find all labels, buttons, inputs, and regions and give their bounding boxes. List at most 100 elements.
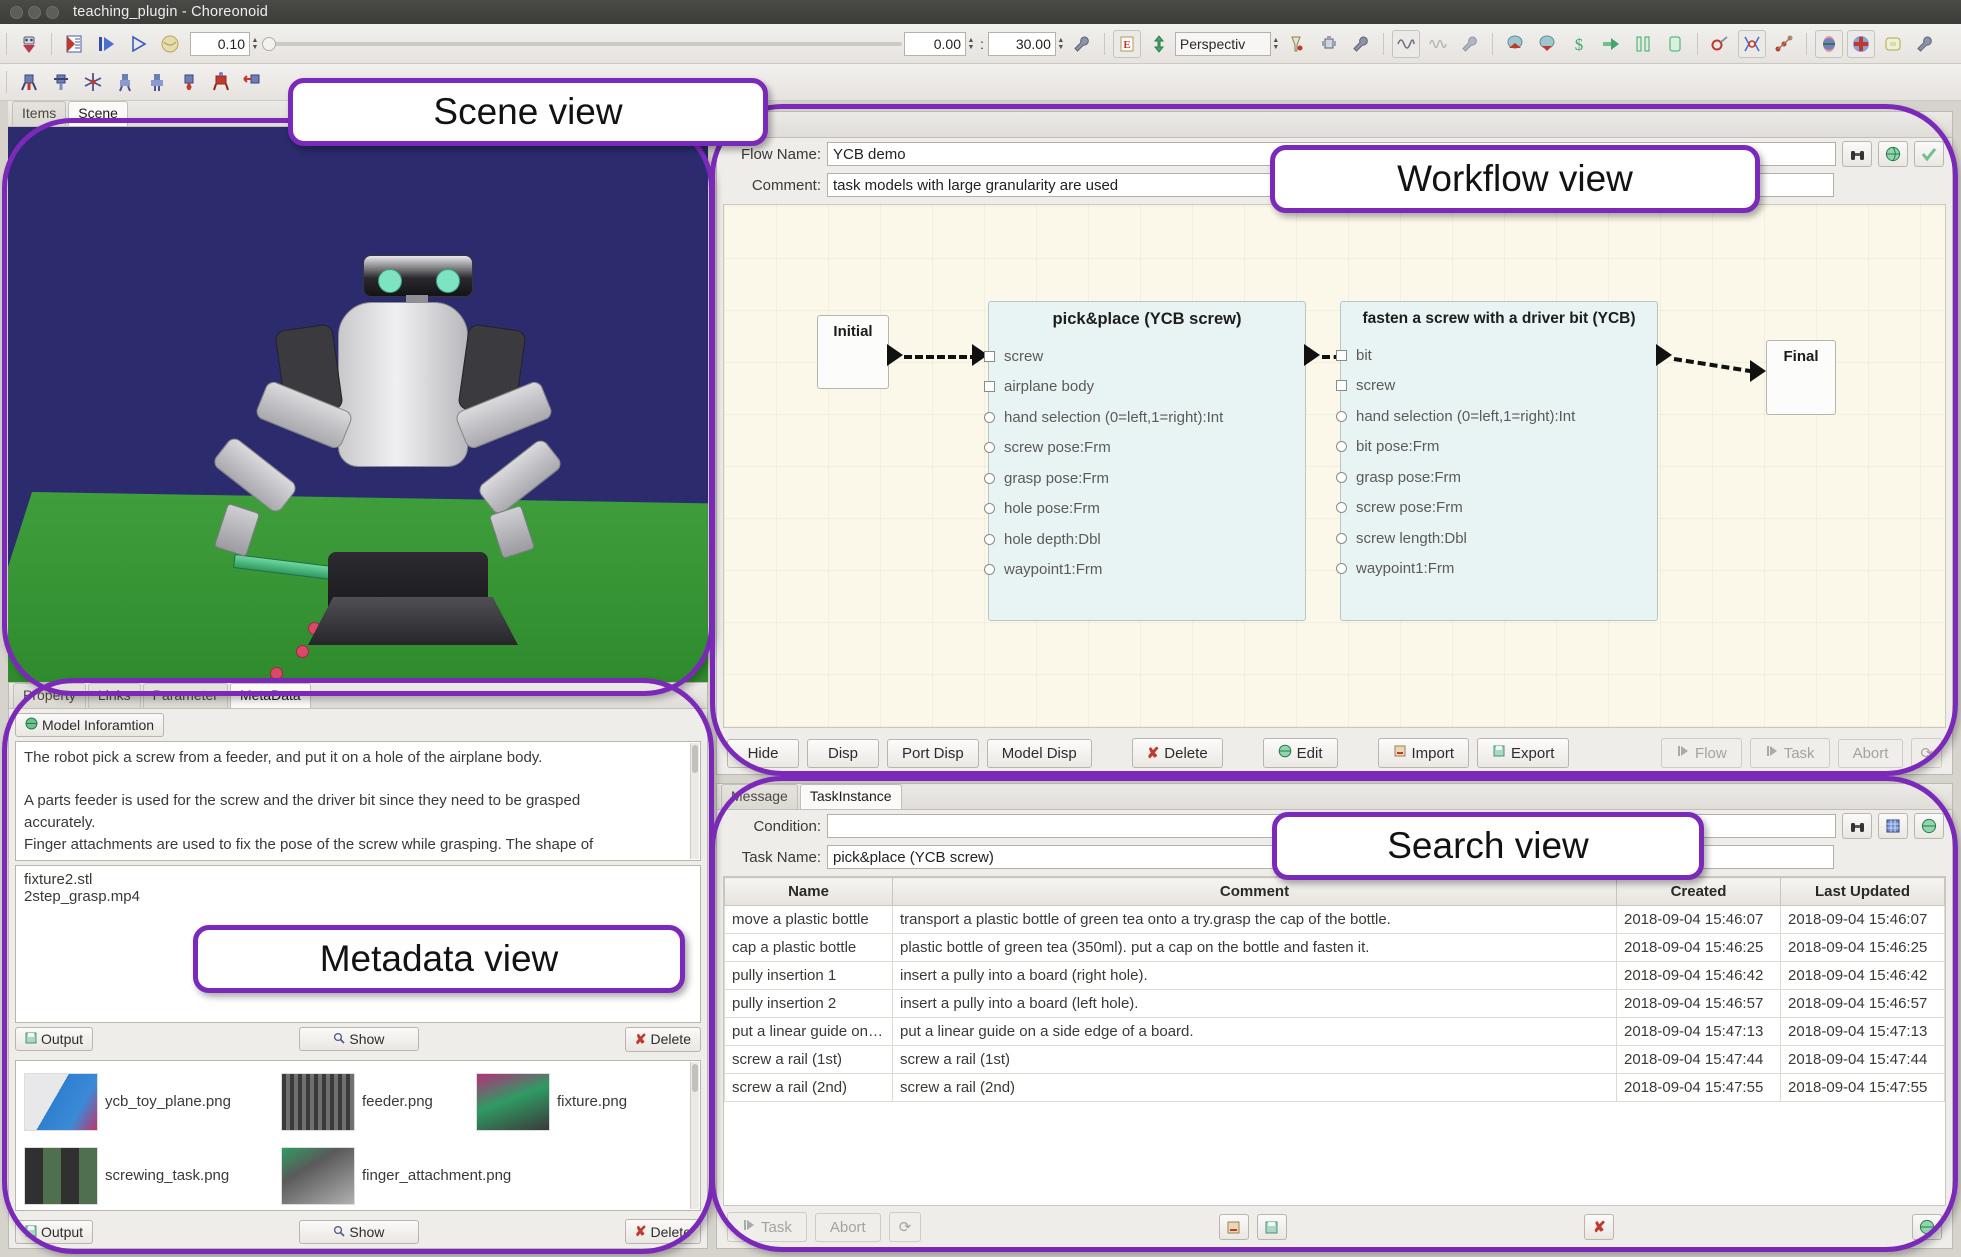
list-item[interactable]: finger_attachment.png bbox=[281, 1146, 511, 1205]
column-header-updated[interactable]: Last Updated bbox=[1780, 877, 1945, 906]
import-button[interactable] bbox=[1218, 1214, 1249, 1240]
wave2-icon[interactable] bbox=[1424, 30, 1452, 58]
robot-blue-icon[interactable] bbox=[15, 68, 43, 96]
metadata-description[interactable]: The robot pick a screw from a feeder, an… bbox=[15, 740, 701, 861]
speed-spinbox[interactable]: 0.10 bbox=[190, 31, 250, 56]
table-row[interactable]: cap a plastic bottle plastic bottle of g… bbox=[724, 933, 1945, 962]
script-play-icon[interactable] bbox=[60, 30, 88, 58]
list-item[interactable]: fixture.png bbox=[476, 1072, 627, 1131]
green-arrows-icon[interactable] bbox=[1145, 30, 1173, 58]
description-scrollbar[interactable] bbox=[690, 742, 699, 859]
time-start-spinbox[interactable]: 0.00 bbox=[904, 31, 966, 56]
abort-button[interactable]: Abort bbox=[814, 1212, 881, 1242]
column-header-name[interactable]: Name bbox=[724, 877, 893, 906]
wave-icon[interactable] bbox=[1391, 29, 1420, 58]
time-end-stepper[interactable]: ▲ ▼ bbox=[1056, 32, 1066, 56]
projection-arrows[interactable]: ▲ ▼ bbox=[1271, 32, 1281, 56]
delete-icon-button[interactable]: ✘ bbox=[1584, 1214, 1615, 1240]
port-row[interactable]: bit bbox=[1336, 340, 1657, 371]
port-row[interactable]: hole depth:Dbl bbox=[984, 524, 1305, 555]
model-disp-button[interactable]: Model Disp bbox=[986, 738, 1092, 768]
globe-green-button[interactable] bbox=[1912, 1214, 1943, 1240]
table-row[interactable]: screw a rail (1st) screw a rail (1st) 20… bbox=[724, 1045, 1945, 1074]
ball-icon[interactable] bbox=[156, 30, 184, 58]
thumbnail-grid[interactable]: ycb_toy_plane.png feeder.png fixture.png… bbox=[15, 1059, 701, 1211]
robot-red-icon[interactable] bbox=[207, 68, 235, 96]
check-green-icon[interactable] bbox=[1914, 141, 1944, 167]
home-red2-icon[interactable] bbox=[1533, 30, 1561, 58]
table-row[interactable]: move a plastic bottle transport a plasti… bbox=[724, 905, 1945, 934]
workflow-node-initial[interactable]: Initial bbox=[817, 315, 889, 389]
tab-metadata[interactable]: MetaData bbox=[229, 683, 311, 708]
port-row[interactable]: grasp pose:Frm bbox=[984, 463, 1305, 494]
tab-message[interactable]: Message bbox=[721, 784, 798, 809]
port-disp-button[interactable]: Port Disp bbox=[887, 738, 979, 768]
list-item[interactable]: fixture2.stl bbox=[24, 871, 692, 888]
workflow-node-pickplace[interactable]: pick&place (YCB screw) screw airplane bo… bbox=[984, 301, 1306, 621]
binoculars-icon[interactable] bbox=[1842, 813, 1872, 839]
chain-icon[interactable] bbox=[1770, 30, 1798, 58]
table-row[interactable]: put a linear guide on … put a linear gui… bbox=[724, 1017, 1945, 1046]
robot-arrow-icon[interactable] bbox=[239, 68, 267, 96]
export-button[interactable] bbox=[1256, 1214, 1287, 1240]
list-item[interactable]: 2step_grasp.mp4 bbox=[24, 888, 692, 905]
edit-button[interactable]: Edit bbox=[1262, 738, 1338, 768]
tab-property[interactable]: Property bbox=[13, 683, 86, 708]
projection-combo[interactable]: Perspectiv bbox=[1174, 31, 1271, 56]
wrench3-icon[interactable] bbox=[1456, 30, 1484, 58]
robot-body-icon[interactable] bbox=[111, 68, 139, 96]
wrench2-icon[interactable] bbox=[1347, 30, 1375, 58]
port-row[interactable]: screw bbox=[1336, 371, 1657, 402]
show-button[interactable]: Show bbox=[298, 1027, 419, 1052]
disp-button[interactable]: Disp bbox=[807, 738, 879, 768]
robot-body2-icon[interactable] bbox=[143, 68, 171, 96]
workflow-node-fasten[interactable]: fasten a screw with a driver bit (YCB) b… bbox=[1336, 301, 1658, 621]
refresh-button[interactable]: ⟳ bbox=[1911, 738, 1942, 768]
wrench-icon[interactable] bbox=[1068, 30, 1096, 58]
measure-icon[interactable] bbox=[1283, 30, 1311, 58]
time-end-spinbox[interactable]: 30.00 bbox=[987, 31, 1056, 56]
port-row[interactable]: hand selection (0=left,1=right):Int bbox=[984, 402, 1305, 433]
export-button[interactable]: Export bbox=[1477, 738, 1570, 768]
editor-icon[interactable]: E bbox=[1112, 29, 1141, 58]
gear-red-icon[interactable] bbox=[1706, 30, 1734, 58]
flow-button[interactable]: Flow bbox=[1661, 738, 1742, 768]
column-header-created[interactable]: Created bbox=[1616, 877, 1781, 906]
time-slider-knob[interactable] bbox=[262, 36, 276, 51]
list-item[interactable]: screwing_task.png bbox=[24, 1146, 229, 1205]
close-button[interactable] bbox=[10, 5, 23, 19]
window-controls[interactable] bbox=[10, 5, 59, 19]
step-forward-icon[interactable] bbox=[92, 30, 120, 58]
port-row[interactable]: screw pose:Frm bbox=[1336, 493, 1657, 524]
table-row[interactable]: pully insertion 2 insert a pully into a … bbox=[724, 989, 1945, 1018]
robot-blue2-icon[interactable] bbox=[47, 68, 75, 96]
hide-button[interactable]: Hide bbox=[727, 738, 799, 768]
show-button-2[interactable]: Show bbox=[298, 1219, 419, 1244]
port-row[interactable]: screw pose:Frm bbox=[984, 433, 1305, 464]
globe-green-icon[interactable] bbox=[1878, 141, 1908, 167]
port-row[interactable]: grasp pose:Frm bbox=[1336, 462, 1657, 493]
list-item[interactable]: ycb_toy_plane.png bbox=[24, 1072, 231, 1131]
port-row[interactable]: bit pose:Frm bbox=[1336, 432, 1657, 463]
joint-icon[interactable] bbox=[1737, 29, 1766, 58]
play-icon[interactable] bbox=[124, 30, 152, 58]
minimize-button[interactable] bbox=[28, 5, 41, 19]
globe-green-icon[interactable] bbox=[1914, 813, 1944, 839]
workflow-canvas[interactable]: Initial pick&place (YCB screw) screw air… bbox=[723, 204, 1946, 728]
medical-icon[interactable] bbox=[1846, 29, 1875, 58]
delete-button-2[interactable]: ✘ Delete bbox=[624, 1219, 701, 1244]
thumbnail-scrollbar[interactable] bbox=[690, 1061, 699, 1209]
tab-scene[interactable]: Scene bbox=[68, 101, 128, 126]
port-row[interactable]: hole pose:Frm bbox=[984, 494, 1305, 525]
port-row[interactable]: screw bbox=[984, 341, 1305, 372]
tab-taskinstance[interactable]: TaskInstance bbox=[799, 784, 902, 809]
task-button[interactable]: Task bbox=[727, 1212, 807, 1242]
table-row[interactable]: screw a rail (2nd) screw a rail (2nd) 20… bbox=[724, 1073, 1945, 1102]
list-item[interactable]: feeder.png bbox=[281, 1072, 433, 1131]
model-information-button[interactable]: Model Inforamtion bbox=[15, 712, 165, 737]
port-row[interactable]: airplane body bbox=[984, 372, 1305, 403]
delete-button[interactable]: ✘ Delete bbox=[624, 1026, 701, 1052]
task-button[interactable]: Task bbox=[1749, 738, 1830, 768]
robot-grid-icon[interactable] bbox=[1315, 30, 1343, 58]
home-red-icon[interactable] bbox=[1501, 30, 1529, 58]
